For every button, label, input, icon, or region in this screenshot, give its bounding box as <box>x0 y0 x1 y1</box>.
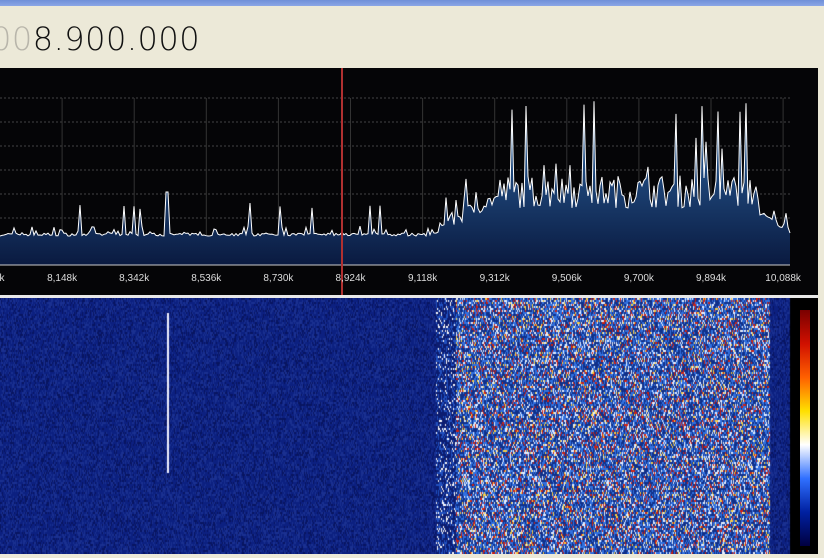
frequency-value[interactable]: 8.900.000 <box>33 20 200 58</box>
frequency-tick-label: k <box>0 273 5 284</box>
waterfall-color-scale <box>800 310 810 546</box>
frequency-tick-label: 9,312k <box>479 273 510 284</box>
frequency-tick-label: 9,118k <box>407 273 438 284</box>
frequency-tick-label: 9,506k <box>551 273 582 284</box>
frequency-leading-digits[interactable]: 00 <box>0 20 33 58</box>
window-title-bar <box>0 0 824 6</box>
frequency-tick-label: 8,730k <box>263 273 294 284</box>
spectrum-fill <box>0 101 790 265</box>
frequency-tick-label: 8,148k <box>47 273 78 284</box>
frequency-display[interactable]: 008.900.000 <box>0 20 200 58</box>
frequency-tick-label: 10,088k <box>765 273 801 284</box>
waterfall-display[interactable] <box>0 298 818 554</box>
frequency-tick-label: 8,536k <box>191 273 222 284</box>
right-panel-edge <box>818 68 824 554</box>
spectrum-plot[interactable] <box>0 68 818 295</box>
waterfall-canvas[interactable] <box>0 298 818 554</box>
frequency-tick-label: 9,700k <box>623 273 654 284</box>
frequency-tick-label: 8,342k <box>119 273 150 284</box>
frequency-tick-label: 8,924k <box>335 273 366 284</box>
frequency-tick-label: 9,894k <box>695 273 727 284</box>
spectrum-analyzer[interactable]: k 8,148k 8,342k 8,536k 8,730k 8,924k 9,118k 9,3… <box>0 68 818 295</box>
